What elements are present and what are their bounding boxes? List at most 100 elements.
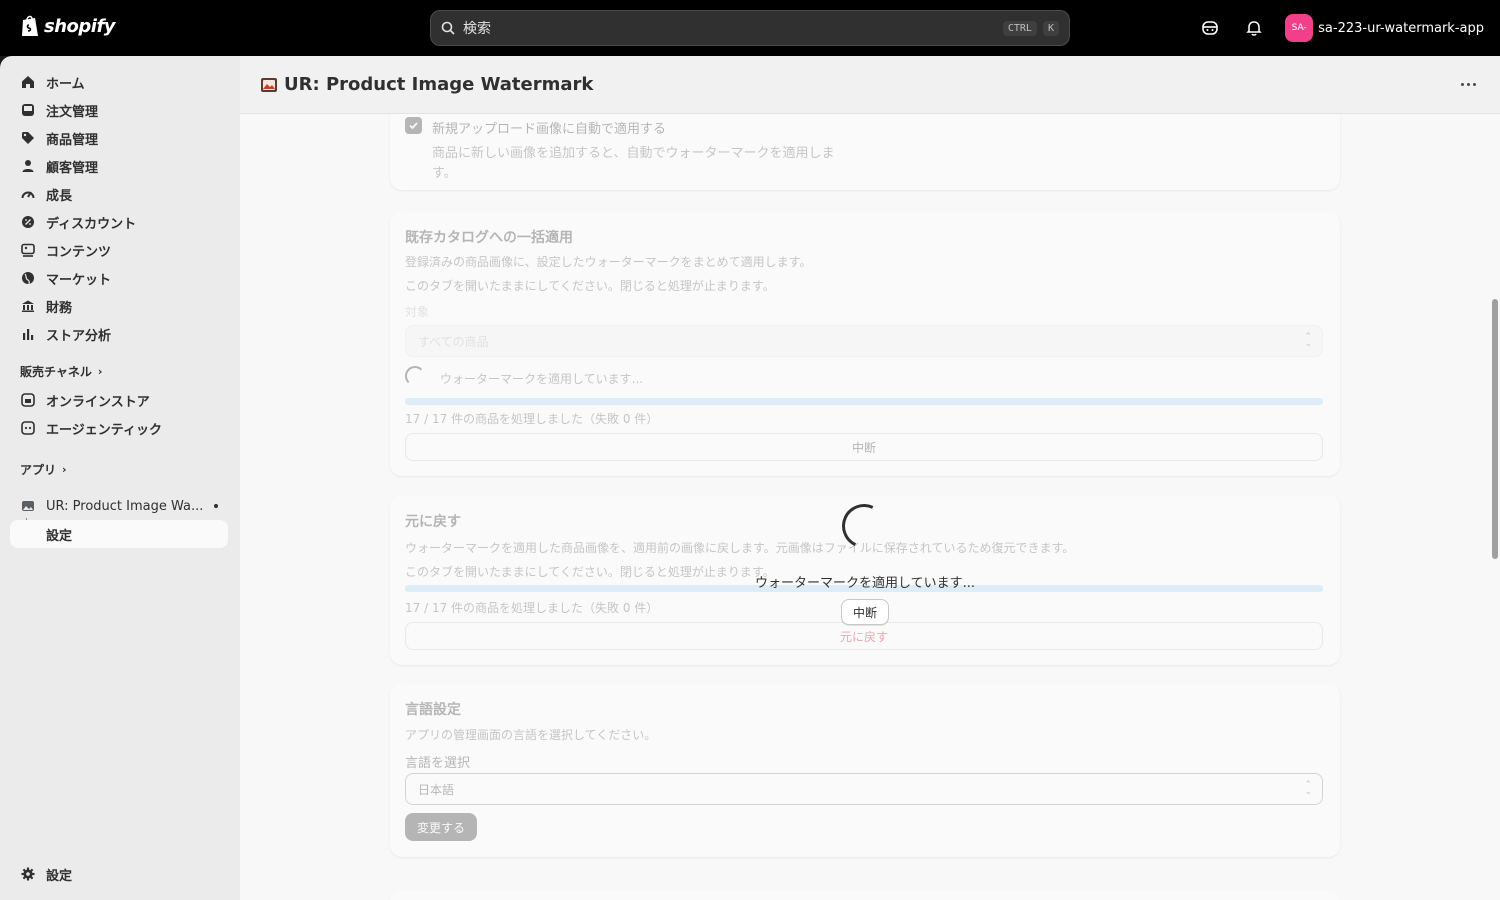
sidebar-item-label: UR: Product Image Wa... bbox=[46, 498, 204, 514]
sidebar-item-label: オンラインストア bbox=[46, 394, 150, 410]
sales-channels-header[interactable]: 販売チャネル › bbox=[20, 363, 102, 380]
sidebar-item-label: 注文管理 bbox=[46, 104, 99, 120]
gauge-icon bbox=[21, 191, 35, 199]
shopify-bag-icon bbox=[22, 15, 38, 36]
sidebar-nav: ホーム 注文管理 商品管理 顧客管理 成長 ディスカウント コンテンツ マーケッ… bbox=[0, 56, 240, 900]
sidebar-item-label: 商品管理 bbox=[46, 132, 99, 148]
gear-icon bbox=[21, 867, 35, 881]
store-avatar[interactable]: SA- bbox=[1285, 14, 1314, 42]
scrollbar-thumb[interactable] bbox=[1492, 299, 1498, 559]
sidekick-icon bbox=[1202, 21, 1218, 35]
home-icon bbox=[22, 76, 34, 88]
language-select-value: 日本語 bbox=[418, 782, 455, 797]
language-card: 言語設定 アプリの管理画面の言語を選択してください。 言語を選択 日本語 ⌃ ⌄ … bbox=[390, 683, 1340, 857]
app-title-bar: UR: Product Image Watermark bbox=[240, 56, 1500, 114]
bank-icon bbox=[22, 300, 34, 312]
sidebar-item-label: 顧客管理 bbox=[46, 160, 99, 176]
tag-icon bbox=[22, 132, 34, 144]
globe-icon bbox=[22, 272, 34, 285]
sidebar-item-label: 設定 bbox=[46, 868, 73, 884]
target-label: 対象 bbox=[405, 305, 430, 319]
sidebar-item-finance[interactable]: 財務 bbox=[10, 292, 228, 320]
sidebar-item-customers[interactable]: 顧客管理 bbox=[10, 152, 228, 180]
sidebar-item-settings[interactable]: 設定 bbox=[10, 860, 228, 888]
next-card bbox=[390, 890, 1340, 900]
apps-header[interactable]: アプリ › bbox=[20, 461, 67, 478]
change-language-button[interactable]: 変更する bbox=[405, 813, 478, 841]
pin-dot-icon[interactable] bbox=[214, 504, 218, 508]
scrollbar[interactable] bbox=[1490, 114, 1500, 900]
chevron-right-icon: › bbox=[62, 463, 67, 476]
sidebar-item-label: ディスカウント bbox=[46, 216, 137, 232]
inbox-icon bbox=[22, 104, 34, 116]
sidebar-item-agentic[interactable]: エージェンティック bbox=[10, 414, 228, 442]
main-area: UR: Product Image Watermark 新規アップロード画像に自… bbox=[240, 56, 1500, 900]
bell-icon bbox=[1246, 21, 1262, 36]
apps-label: アプリ bbox=[20, 463, 57, 477]
sidebar-item-watermark-app[interactable]: UR: Product Image Wa... bbox=[10, 492, 228, 520]
sidebar-item-products[interactable]: 商品管理 bbox=[10, 124, 228, 152]
bulk-apply-description: 登録済みの商品画像に、設定したウォーターマークをまとめて適用します。 bbox=[405, 255, 812, 269]
bulk-apply-status: ウォーターマークを適用しています... bbox=[440, 372, 644, 386]
overlay-abort-button[interactable]: 中断 bbox=[841, 599, 889, 625]
sales-channels-label: 販売チャネル bbox=[20, 365, 92, 379]
overlay-status: ウォーターマークを適用しています... bbox=[754, 576, 975, 591]
sidebar-item-label: マーケット bbox=[46, 272, 112, 288]
select-chevron-icon: ⌃ ⌄ bbox=[1304, 780, 1312, 797]
sidebar-item-discounts[interactable]: ディスカウント bbox=[10, 208, 228, 236]
sidebar-item-label: ホーム bbox=[46, 76, 85, 92]
target-select[interactable]: すべての商品 ⌃ ⌄ bbox=[405, 325, 1323, 357]
shopify-wordmark: shopify bbox=[44, 15, 116, 37]
sidebar-item-label: エージェンティック bbox=[46, 422, 162, 438]
notifications-button[interactable] bbox=[1239, 13, 1269, 43]
search-input[interactable]: 検索 CTRL K bbox=[430, 10, 1070, 46]
sidekick-button[interactable] bbox=[1195, 13, 1225, 43]
auto-apply-help-line2: す。 bbox=[432, 166, 457, 181]
bulk-apply-tab-notice: このタブを開いたままにしてください。閉じると処理が止まります。 bbox=[405, 279, 775, 293]
sidebar-item-content[interactable]: コンテンツ bbox=[10, 236, 228, 264]
app-image-icon bbox=[22, 501, 34, 511]
auto-apply-help-line1: 商品に新しい画像を追加すると、自動でウォーターマークを適用しま bbox=[432, 146, 835, 161]
bulk-abort-button[interactable]: 中断 bbox=[405, 433, 1323, 461]
discount-icon bbox=[22, 216, 34, 228]
chevron-right-icon: › bbox=[97, 365, 103, 378]
auto-apply-checkbox[interactable] bbox=[405, 117, 422, 134]
bar-chart-icon bbox=[23, 329, 34, 340]
auto-apply-card: 新規アップロード画像に自動で適用する 商品に新しい画像を追加すると、自動でウォー… bbox=[390, 104, 1340, 190]
restore-description: ウォーターマークを適用した商品画像を、適用前の画像に戻します。元画像はファイルに… bbox=[405, 541, 1075, 555]
app-logo-icon bbox=[261, 77, 277, 92]
auto-apply-label: 新規アップロード画像に自動で適用する bbox=[432, 122, 667, 137]
sidebar-item-online-store[interactable]: オンラインストア bbox=[10, 386, 228, 414]
shortcut-key-ctrl: CTRL bbox=[1002, 20, 1037, 36]
search-icon bbox=[441, 21, 455, 35]
bulk-apply-progress-bar bbox=[405, 398, 1323, 405]
search-placeholder: 検索 bbox=[463, 21, 491, 37]
bulk-apply-card: 既存カタログへの一括適用 登録済みの商品画像に、設定したウォーターマークをまとめ… bbox=[390, 211, 1340, 476]
loading-spinner-icon bbox=[405, 366, 425, 386]
sidebar-item-label: 財務 bbox=[46, 300, 73, 316]
language-select-label: 言語を選択 bbox=[405, 756, 471, 771]
bulk-apply-progress-fill bbox=[405, 398, 1323, 405]
more-actions-icon[interactable] bbox=[1461, 83, 1476, 86]
restore-button[interactable]: 元に戻す bbox=[405, 622, 1323, 650]
language-title: 言語設定 bbox=[405, 702, 461, 718]
shopify-logo[interactable]: shopify bbox=[20, 14, 116, 38]
sidebar-item-markets[interactable]: マーケット bbox=[10, 264, 228, 292]
sidebar-item-orders[interactable]: 注文管理 bbox=[10, 96, 228, 124]
store-name[interactable]: sa-223-ur-watermark-app bbox=[1318, 21, 1484, 36]
person-icon bbox=[22, 160, 34, 172]
target-select-value: すべての商品 bbox=[418, 334, 489, 349]
sidebar-item-growth[interactable]: 成長 bbox=[10, 180, 228, 208]
store-icon bbox=[21, 393, 35, 407]
top-bar: shopify 検索 CTRL K SA- sa-223-ur-watermar… bbox=[0, 0, 1500, 56]
app-content: 新規アップロード画像に自動で適用する 商品に新しい画像を追加すると、自動でウォー… bbox=[240, 104, 1500, 900]
select-chevron-icon: ⌃ ⌄ bbox=[1304, 332, 1312, 349]
sidebar-item-label: コンテンツ bbox=[46, 244, 112, 260]
sidebar-item-home[interactable]: ホーム bbox=[10, 68, 228, 96]
sidebar-item-analytics[interactable]: ストア分析 bbox=[10, 320, 228, 348]
language-select[interactable]: 日本語 ⌃ ⌄ bbox=[405, 773, 1323, 805]
page-title: UR: Product Image Watermark bbox=[284, 74, 594, 95]
content-icon bbox=[21, 243, 35, 257]
sidebar-item-app-settings[interactable]: 設定 bbox=[10, 520, 228, 548]
shortcut-key-k: K bbox=[1042, 20, 1059, 36]
